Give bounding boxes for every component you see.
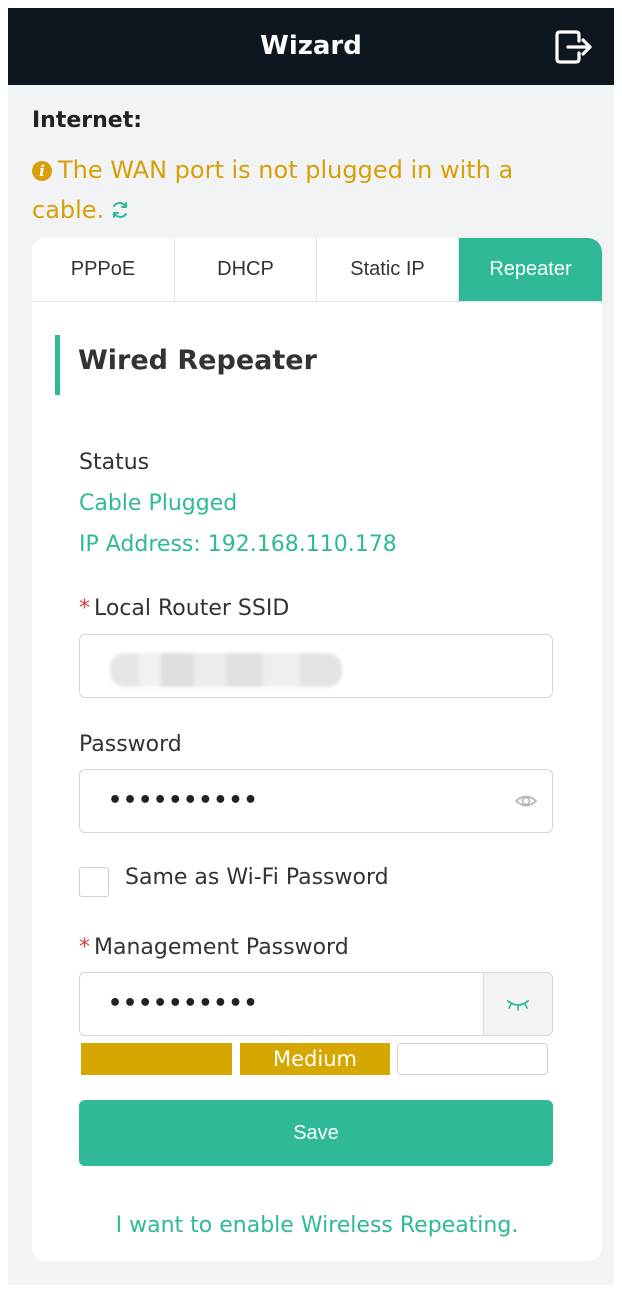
management-password-label: * Management Password <box>79 935 349 960</box>
save-button[interactable]: Save <box>79 1100 553 1166</box>
connection-tabs: PPPoE DHCP Static IP Repeater <box>32 238 602 302</box>
enable-wireless-repeating-link[interactable]: I want to enable Wireless Repeating. <box>32 1213 602 1238</box>
ssid-input[interactable] <box>79 634 553 698</box>
tab-repeater[interactable]: Repeater <box>459 238 602 301</box>
required-marker: * <box>79 596 90 621</box>
section-accent-bar <box>55 335 60 395</box>
same-as-wifi-label: Same as Wi-Fi Password <box>125 865 389 890</box>
status-state: Cable Plugged <box>79 491 238 516</box>
status-ip-address: IP Address: 192.168.110.178 <box>79 532 397 557</box>
tab-static-ip[interactable]: Static IP <box>317 238 459 301</box>
ssid-label-text: Local Router SSID <box>94 596 290 621</box>
tab-pppoe[interactable]: PPPoE <box>32 238 175 301</box>
logout-icon[interactable] <box>554 28 594 66</box>
hide-password-closed-eye-icon[interactable] <box>483 973 552 1035</box>
ssid-value-redacted <box>110 653 342 687</box>
management-password-label-text: Management Password <box>94 935 349 960</box>
management-password-value: •••••••••• <box>108 991 259 1016</box>
password-input[interactable]: •••••••••• <box>79 769 553 833</box>
strength-bar-strong <box>397 1043 548 1075</box>
status-label: Status <box>79 450 150 475</box>
wan-warning-text: The WAN port is not plugged in with a ca… <box>32 156 514 224</box>
page-title: Wizard <box>260 31 362 61</box>
refresh-icon[interactable] <box>110 192 130 218</box>
required-marker: * <box>79 935 90 960</box>
settings-card: PPPoE DHCP Static IP Repeater Wired Repe… <box>32 238 602 1261</box>
password-value: •••••••••• <box>108 788 259 813</box>
show-password-eye-icon[interactable] <box>514 790 538 812</box>
info-icon: i <box>32 161 52 181</box>
same-as-wifi-checkbox[interactable] <box>79 867 109 897</box>
section-title: Wired Repeater <box>78 345 317 376</box>
internet-label: Internet: <box>32 108 143 133</box>
wan-warning: i The WAN port is not plugged in with a c… <box>32 150 592 230</box>
ssid-label: * Local Router SSID <box>79 596 289 621</box>
strength-bar-medium: Medium <box>240 1043 390 1075</box>
password-label: Password <box>79 732 182 757</box>
strength-bar-weak <box>81 1043 232 1075</box>
wizard-frame: Wizard Internet: i The WAN port is not pl… <box>8 8 614 1285</box>
header-bar: Wizard <box>8 8 614 85</box>
management-password-input[interactable]: •••••••••• <box>79 972 553 1036</box>
tab-dhcp[interactable]: DHCP <box>175 238 317 301</box>
